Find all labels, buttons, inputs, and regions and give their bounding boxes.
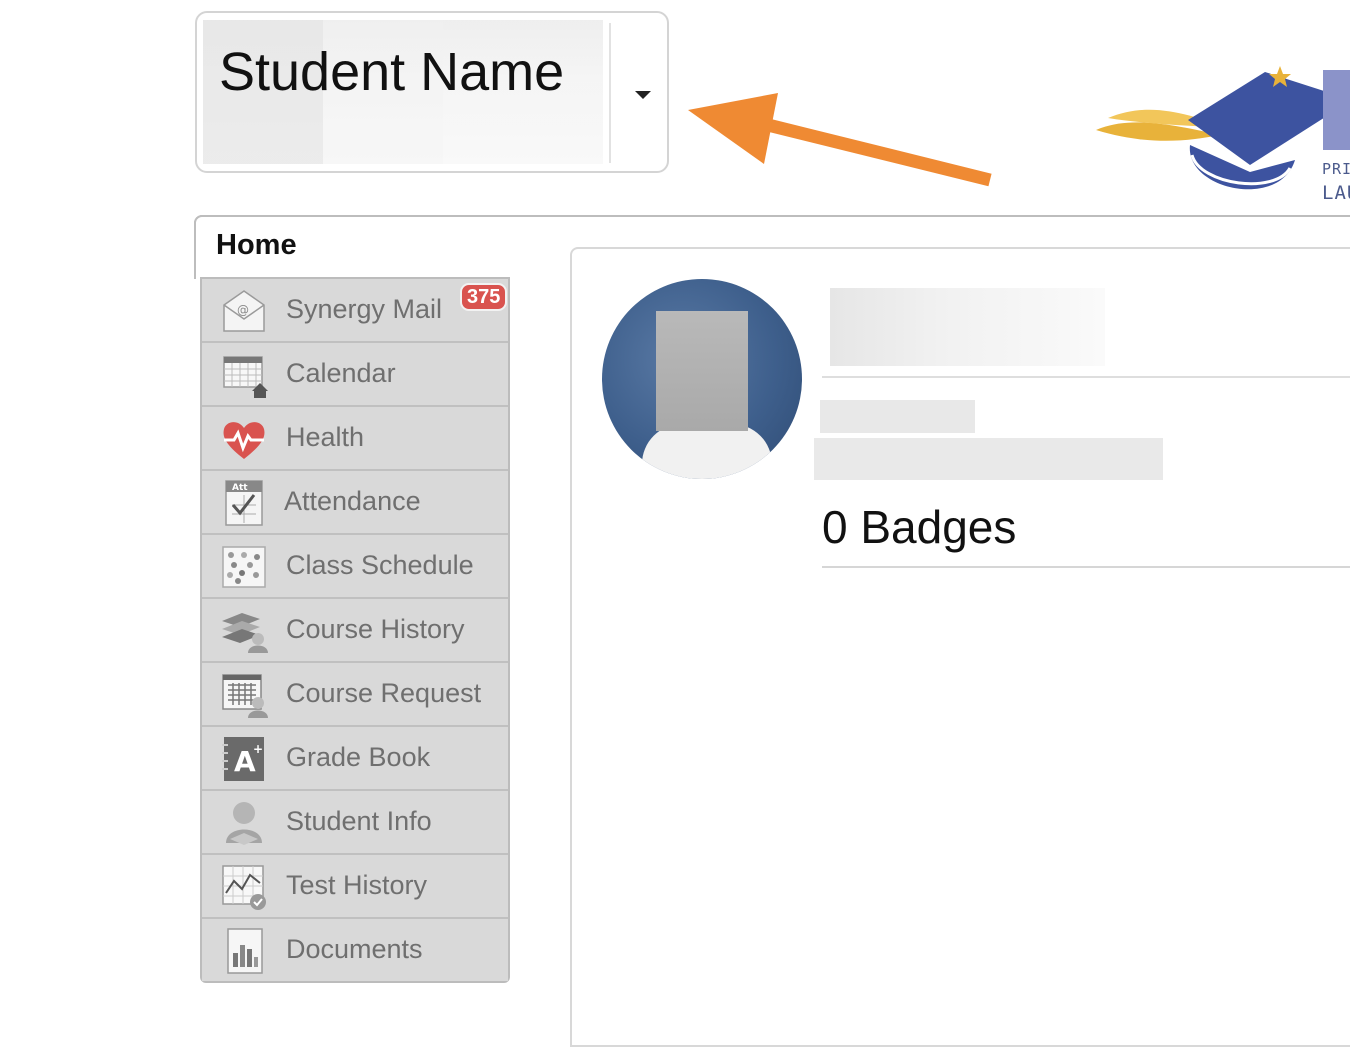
sidebar-item-label: Attendance (284, 486, 421, 516)
sidebar-item-course-history[interactable]: Course History (202, 599, 508, 663)
sidebar-nav: @ Synergy Mail 375 Calendar Health Att A… (200, 277, 510, 983)
sidebar-item-label: Course Request (286, 678, 482, 708)
grade-book-icon: A + (222, 737, 264, 781)
student-info-icon (226, 802, 262, 845)
documents-icon (227, 928, 263, 974)
course-request-icon (222, 674, 268, 718)
sidebar-item-grade-book[interactable]: A + Grade Book (202, 727, 508, 791)
sidebar-item-health[interactable]: Health (202, 407, 508, 471)
test-history-icon (222, 865, 266, 910)
sidebar-item-synergy-mail[interactable]: @ Synergy Mail 375 (202, 279, 508, 343)
schedule-icon (222, 546, 266, 588)
redacted-name (830, 288, 1105, 366)
logo-text-line2: LAU (1322, 182, 1350, 204)
redacted-info-2 (814, 438, 1163, 480)
sidebar-item-label: Calendar (286, 358, 396, 388)
svg-text:@: @ (237, 303, 249, 317)
sidebar-item-label: Synergy Mail (286, 294, 443, 324)
sidebar-item-label: Course History (286, 614, 465, 644)
course-history-icon (222, 613, 268, 653)
sidebar-item-label: Test History (286, 870, 428, 900)
sidebar-item-calendar[interactable]: Calendar (202, 343, 508, 407)
student-avatar (602, 279, 802, 479)
student-selector[interactable]: Student Name (195, 11, 669, 173)
sidebar-item-label: Health (286, 422, 365, 452)
avatar-shirt (642, 424, 772, 479)
sidebar-item-attendance[interactable]: Att Attendance (202, 471, 508, 535)
selector-divider (609, 23, 611, 163)
sidebar-item-label: Grade Book (286, 742, 431, 772)
unread-count-badge: 375 (460, 283, 508, 311)
school-logo-icon (1096, 66, 1350, 190)
redacted-info-1 (820, 400, 975, 433)
student-name: Student Name (219, 42, 565, 102)
sidebar-item-label: Class Schedule (286, 550, 474, 580)
svg-text:Att: Att (232, 483, 248, 493)
sidebar-item-course-request[interactable]: Course Request (202, 663, 508, 727)
badges-count[interactable]: 0 Badges (822, 500, 1016, 554)
sidebar-item-class-schedule[interactable]: Class Schedule (202, 535, 508, 599)
arrow-annotation-icon (688, 93, 992, 187)
sidebar-item-documents[interactable]: Documents (202, 919, 508, 981)
sidebar-item-test-history[interactable]: Test History (202, 855, 508, 919)
mail-icon: @ (223, 290, 265, 332)
divider (822, 566, 1350, 568)
logo-text-line1: PRIN (1322, 160, 1350, 178)
attendance-icon: Att (225, 480, 263, 526)
caret-down-icon[interactable] (635, 91, 651, 99)
heart-icon (223, 422, 265, 459)
sidebar-item-label: Student Info (286, 806, 432, 836)
divider (822, 376, 1350, 378)
calendar-icon (223, 356, 268, 398)
avatar-face-blur (656, 311, 748, 431)
sidebar-item-label: Documents (286, 934, 423, 964)
svg-text:+: + (253, 742, 263, 756)
tab-home-label[interactable]: Home (216, 229, 297, 262)
sidebar-item-student-info[interactable]: Student Info (202, 791, 508, 855)
